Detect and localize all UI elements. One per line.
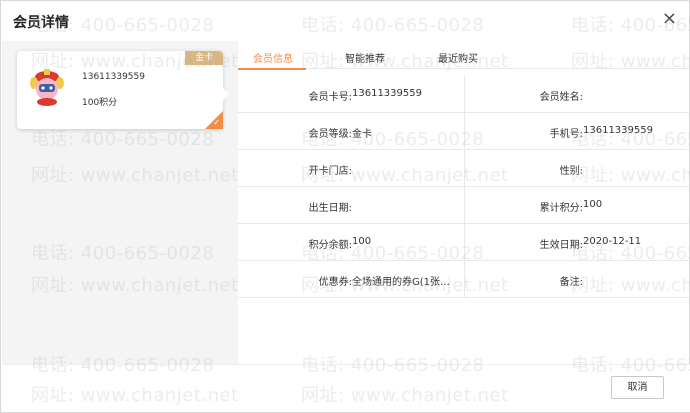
info-row: 开卡门店: 性别:: [238, 150, 689, 187]
member-card[interactable]: 金卡 13611339559 100积分 ✓: [17, 51, 223, 129]
grade-badge: 金卡: [185, 51, 223, 65]
info-value: 金卡: [352, 129, 372, 140]
close-icon[interactable]: ×: [662, 10, 677, 28]
mascot-avatar-icon: [30, 69, 64, 106]
info-label: 会员姓名:: [539, 92, 583, 103]
info-row: 出生日期: 累计积分: 100: [238, 187, 689, 224]
card-pointer-arrow: [223, 88, 229, 100]
check-icon: ✓: [213, 118, 220, 127]
info-value: 13611339559: [352, 88, 422, 99]
info-label: 会员等级:: [308, 129, 352, 140]
info-label: 生效日期:: [539, 240, 583, 251]
info-label: 积分余额:: [308, 240, 352, 251]
tab-smart-recommend[interactable]: 智能推荐: [345, 50, 385, 65]
info-value: 2020-12-11: [583, 236, 642, 247]
card-points: 100积分: [82, 98, 118, 108]
info-row: 积分余额: 100 生效日期: 2020-12-11: [238, 224, 689, 261]
info-label: 手机号:: [549, 129, 583, 140]
dialog-title: 会员详情: [13, 15, 69, 31]
info-label: 会员卡号:: [308, 92, 352, 103]
tab-recent-purchases[interactable]: 最近购买: [438, 50, 478, 65]
info-row: 优惠券: 全场通用的券G(1张… 备注:: [238, 261, 689, 298]
info-label: 优惠券:: [318, 277, 352, 288]
info-label: 备注:: [559, 277, 583, 288]
info-value: 13611339559: [583, 125, 653, 136]
info-row: 会员卡号: 13611339559 会员姓名:: [238, 76, 689, 113]
info-row: 会员等级: 金卡 手机号: 13611339559: [238, 113, 689, 150]
member-info-table: 会员卡号: 13611339559 会员姓名: 会员等级: 金卡 手机号: 13…: [238, 76, 689, 298]
card-phone: 13611339559: [82, 72, 145, 82]
info-label: 开卡门店:: [308, 166, 352, 177]
tab-member-info[interactable]: 会员信息: [253, 50, 293, 65]
member-detail-dialog: 会员详情 × 金卡 13611339559 100积分 ✓ 会员信息 智能推荐 …: [0, 0, 690, 413]
coupon-value[interactable]: 全场通用的券G(1张…: [352, 273, 462, 288]
info-label: 累计积分:: [539, 203, 583, 214]
info-value: 100: [583, 199, 603, 210]
active-tab-indicator: [238, 68, 306, 70]
tab-bar: 会员信息 智能推荐 最近购买: [238, 41, 689, 69]
info-value: 100: [352, 236, 372, 247]
cancel-button[interactable]: 取消: [611, 376, 664, 399]
info-label: 性别:: [559, 166, 583, 177]
info-label: 出生日期:: [308, 203, 352, 214]
dialog-footer: [2, 364, 690, 412]
dialog-header: 会员详情 ×: [1, 1, 689, 41]
